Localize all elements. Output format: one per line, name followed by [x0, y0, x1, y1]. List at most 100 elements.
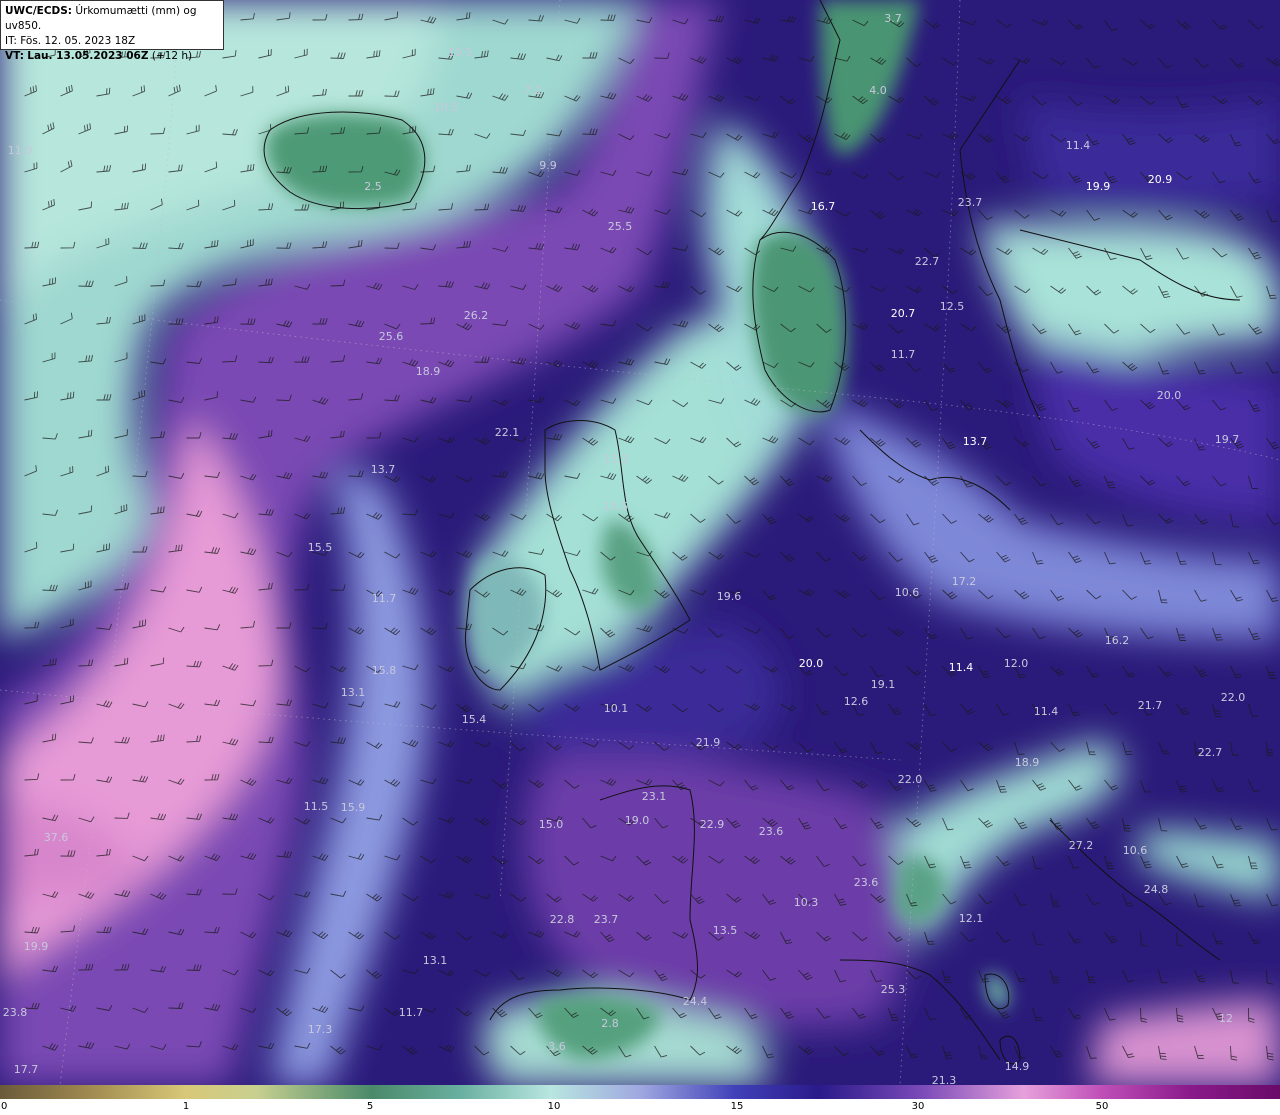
value-label: 12.0: [1004, 657, 1029, 670]
value-label: 23.6: [854, 876, 879, 889]
value-label: 12.5: [940, 300, 965, 313]
value-label: 11.7: [372, 592, 397, 605]
vt-text: Lau. 13.05.2023 06Z: [27, 50, 149, 62]
value-label: 16.2: [1105, 634, 1130, 647]
value-label: 7.2: [524, 84, 542, 97]
value-label: 20.0: [799, 657, 824, 670]
vt-offset: (+12 h): [151, 50, 193, 62]
value-label: 21.7: [1138, 699, 1163, 712]
value-label: 13.7: [963, 435, 988, 448]
value-label: 17.2: [952, 575, 977, 588]
value-label: 17.7: [14, 1063, 39, 1076]
value-label: 25.5: [608, 220, 633, 233]
value-label: 23.8: [3, 1006, 28, 1019]
value-label: 22.9: [700, 818, 725, 831]
value-label: 18.9: [416, 365, 441, 378]
value-label: 18.9: [1015, 756, 1040, 769]
value-label: 13.1: [341, 686, 366, 699]
value-label: 19.1: [871, 678, 896, 691]
value-label: 24.4: [683, 995, 708, 1008]
value-label: 21.3: [932, 1074, 957, 1085]
value-label: 3.6: [548, 1040, 566, 1053]
it-text: Fös. 12. 05. 2023 18Z: [20, 35, 136, 47]
value-label: 20.0: [1157, 389, 1182, 402]
value-label: 14.9: [1005, 1060, 1030, 1073]
value-label: 11.4: [949, 661, 974, 674]
value-label: 11.0: [8, 144, 33, 157]
value-label: 15.5: [308, 541, 333, 554]
value-label: 10.6: [1123, 844, 1148, 857]
value-label: 10.5: [448, 46, 473, 59]
value-label: 11.5: [304, 800, 329, 813]
value-label: 19.9: [24, 940, 49, 953]
vt-prefix: VT:: [5, 50, 24, 62]
value-label: 12.1: [959, 912, 984, 925]
value-label: 16.7: [811, 200, 836, 213]
value-label: 15.4: [462, 713, 487, 726]
value-label: 23.7: [594, 913, 619, 926]
value-label: 22.7: [915, 255, 940, 268]
value-label: 11.7: [891, 348, 916, 361]
value-label: 22.7: [1198, 746, 1223, 759]
value-label: 12: [1219, 1012, 1233, 1025]
value-label: 13.7: [371, 463, 396, 476]
value-label: 12.6: [844, 695, 869, 708]
value-label: 19.7: [1215, 433, 1240, 446]
value-label: 27.2: [1069, 839, 1094, 852]
weather-map: 3.7 4.0 10.5 10.5 7.2 9.9 11.0 2.5 11.4 19.9 20.9 2…: [0, 0, 1280, 1085]
value-label: 10.1: [604, 702, 629, 715]
info-box: UWC/ECDS: Úrkomumætti (mm) og uv850. IT:…: [0, 0, 224, 62]
value-label: 3.7: [884, 12, 902, 25]
colorbar-gradient: [0, 1085, 1280, 1099]
value-label: 22.8: [550, 913, 575, 926]
value-label: 24.8: [1144, 883, 1169, 896]
precipitation-field: 3.7 4.0 10.5 10.5 7.2 9.9 11.0 2.5 11.4 19.9 20.9 2…: [0, 0, 1280, 1085]
value-label: 15.9: [341, 801, 366, 814]
value-label: 20.9: [1148, 173, 1173, 186]
value-label: 19.6: [717, 590, 742, 603]
value-label: 13.1: [423, 954, 448, 967]
value-label: 15.8: [372, 664, 397, 677]
value-label: 4.0: [869, 84, 887, 97]
value-label: 11.4: [1066, 139, 1091, 152]
value-label: 19.0: [625, 814, 650, 827]
value-label: 10.3: [794, 896, 819, 909]
colorbar-tick: 1: [182, 1101, 190, 1112]
value-label: 17.3: [308, 1023, 333, 1036]
value-label: 25.6: [379, 330, 404, 343]
value-label: 13.5: [713, 924, 738, 937]
value-label: 22.0: [898, 773, 923, 786]
value-label: 26.2: [464, 309, 489, 322]
value-label: 9.9: [539, 159, 557, 172]
value-label: 22.0: [1221, 691, 1246, 704]
title-prefix: UWC/ECDS:: [5, 5, 73, 17]
value-label: 22.1: [495, 426, 520, 439]
value-label: 25.3: [881, 983, 906, 996]
value-label: 11.7: [399, 1006, 424, 1019]
value-label: 10.5: [434, 101, 459, 114]
vt-line: VT: Lau. 13.05.2023 06Z (+12 h): [5, 49, 219, 64]
value-label: 19.9: [1086, 180, 1111, 193]
value-label: 10.6: [895, 586, 920, 599]
colorbar-tick: 5: [366, 1101, 374, 1112]
value-label: 15.5: [604, 500, 629, 513]
value-label: 23.6: [759, 825, 784, 838]
colorbar-tick: 30: [911, 1101, 925, 1112]
colorbar: 0 1 5 10 15 30 50: [0, 1085, 1280, 1115]
it-line: IT: Fös. 12. 05. 2023 18Z: [5, 34, 219, 49]
value-label: 15.0: [539, 818, 564, 831]
value-label: 37.6: [44, 831, 69, 844]
value-label: 15.3: [604, 453, 629, 466]
title-line: UWC/ECDS: Úrkomumætti (mm) og uv850.: [5, 4, 219, 34]
colorbar-tick: 15: [730, 1101, 744, 1112]
value-label: 23.1: [642, 790, 667, 803]
value-label: 21.9: [696, 736, 721, 749]
colorbar-tick: 50: [1095, 1101, 1109, 1112]
colorbar-tick: 10: [547, 1101, 561, 1112]
it-prefix: IT:: [5, 35, 17, 47]
value-label: 23.7: [958, 196, 983, 209]
value-label: 2.5: [364, 180, 382, 193]
colorbar-tick: 0: [1, 1101, 8, 1112]
value-label: 2.8: [601, 1017, 619, 1030]
value-label: 11.4: [1034, 705, 1059, 718]
